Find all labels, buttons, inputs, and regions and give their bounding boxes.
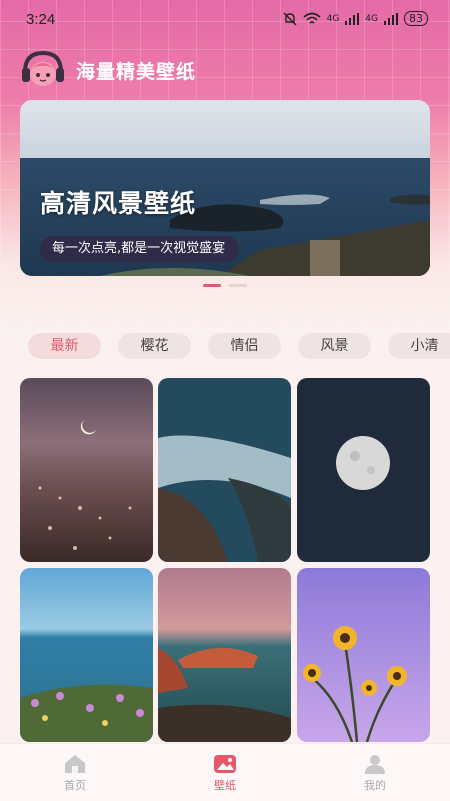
category-tabs: 最新 樱花 情侣 风景 小清 (28, 333, 450, 359)
wallpaper-thumb-waves[interactable] (158, 378, 291, 562)
signal-icon-2 (384, 12, 398, 25)
status-time: 3:24 (26, 11, 56, 28)
signal-label-1: 4G (326, 13, 340, 24)
tab-home-label: 首页 (64, 778, 86, 792)
category-fresh[interactable]: 小清 (388, 333, 450, 359)
banner-subtitle: 每一次点亮,都是一次视觉盛宴 (40, 236, 240, 262)
carousel-dot-active (203, 284, 221, 287)
wallpaper-thumb-sunflowers[interactable] (297, 568, 430, 742)
app-title: 海量精美壁纸 (76, 60, 197, 83)
status-bar: 3:24 4G 4G 83 (0, 0, 450, 40)
home-icon (65, 754, 85, 773)
tab-home[interactable]: 首页 (0, 744, 150, 801)
wallpaper-thumb-moon-beach[interactable] (20, 378, 153, 562)
tab-profile[interactable]: 我的 (300, 744, 450, 801)
signal-label-2: 4G (365, 13, 378, 24)
user-icon (365, 754, 385, 774)
carousel-dot (229, 284, 247, 287)
tab-wallpaper[interactable]: 壁纸 (150, 744, 300, 801)
carousel-indicator (0, 284, 450, 287)
category-couple[interactable]: 情侣 (208, 333, 281, 359)
category-latest[interactable]: 最新 (28, 333, 101, 359)
wifi-icon (303, 12, 321, 24)
bottom-tab-bar: 首页 壁纸 我的 (0, 743, 450, 801)
category-sakura[interactable]: 樱花 (118, 333, 191, 359)
banner-carousel[interactable]: 高清风景壁纸 每一次点亮,都是一次视觉盛宴 (20, 100, 430, 276)
battery-indicator: 83 (404, 11, 428, 26)
app-bar: 海量精美壁纸 (20, 50, 196, 90)
tab-profile-label: 我的 (364, 778, 386, 792)
tab-wallpaper-label: 壁纸 (214, 778, 236, 792)
signal-icon (345, 12, 360, 25)
wallpaper-icon (214, 754, 236, 773)
category-scenery[interactable]: 风景 (298, 333, 371, 359)
app-logo-icon (20, 50, 66, 90)
banner-title: 高清风景壁纸 (40, 189, 197, 218)
wallpaper-thumb-sea-flowers[interactable] (20, 568, 153, 742)
status-icons: 4G 4G 83 (283, 11, 428, 26)
mute-icon (283, 12, 297, 25)
wallpaper-thumb-moon[interactable] (297, 378, 430, 562)
wallpaper-thumb-rocky-coast[interactable] (158, 568, 291, 742)
